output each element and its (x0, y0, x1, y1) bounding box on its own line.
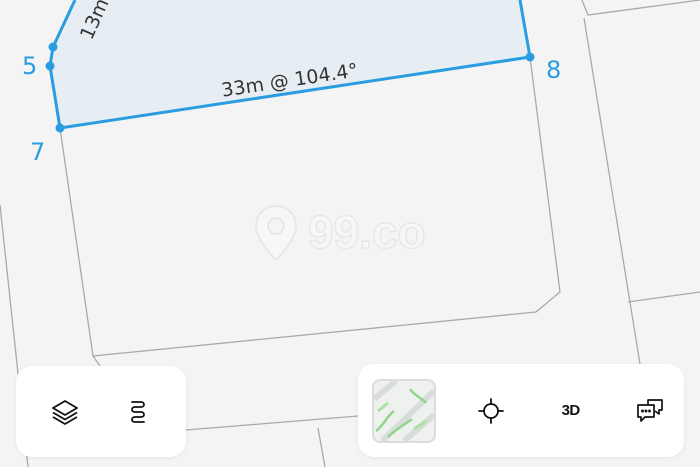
3d-label: 3D (561, 402, 581, 419)
vertex-point-upper[interactable] (48, 42, 58, 52)
vertex-label-7: 7 (30, 138, 46, 166)
watermark-text: 99.co (308, 206, 426, 258)
map-thumbnail-icon (374, 380, 434, 441)
layers-icon (51, 399, 78, 425)
vertex-label-5: 5 (22, 52, 38, 80)
vertex-label-8: 8 (546, 56, 562, 84)
vertex-point-5[interactable] (45, 61, 55, 71)
layers-button[interactable] (41, 388, 89, 436)
squiggle-icon (130, 400, 145, 423)
vertex-point-7[interactable] (55, 123, 65, 133)
left-control-panel (16, 366, 186, 457)
crosshair-icon (478, 397, 505, 424)
map-style-thumbnail[interactable] (372, 378, 436, 443)
selected-parcel[interactable] (50, 0, 530, 128)
feedback-button[interactable] (626, 387, 674, 435)
chat-bubbles-icon (637, 398, 663, 422)
3d-toggle-button[interactable]: 3D (547, 387, 595, 435)
measure-button[interactable] (114, 388, 162, 436)
watermark-logo: 99.co (252, 198, 452, 268)
right-control-panel: 3D (358, 364, 684, 457)
vertex-point-8[interactable] (525, 52, 535, 62)
locate-button[interactable] (467, 387, 515, 435)
watermark-pin-icon (254, 204, 298, 262)
